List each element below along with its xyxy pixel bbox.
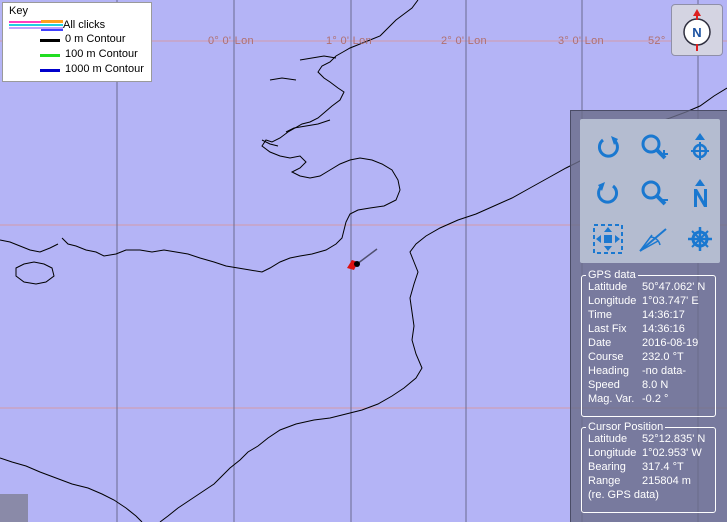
gps-row-heading: Heading -no data- [588, 365, 687, 377]
key-row-0m: 0 m Contour [3, 33, 151, 46]
gps-row-date: Date 2016-08-19 [588, 337, 699, 349]
course-bearing-icon[interactable] [638, 223, 670, 255]
helm-up-icon[interactable] [684, 131, 716, 163]
cursor-row-latitude: Latitude 52°12.835' N [588, 433, 706, 445]
fit-view-icon[interactable] [592, 223, 624, 255]
map-key: Key All clicks 0 m Contour 100 m Contour… [2, 2, 152, 82]
zoom-out-icon[interactable] [638, 177, 670, 209]
contour-0m-swatch [40, 39, 60, 42]
svg-text:N: N [692, 25, 701, 40]
key-row-100m: 100 m Contour [3, 48, 151, 61]
key-row-1000m: 1000 m Contour [3, 63, 151, 76]
gps-data-box: GPS data Latitude 50°47.062' N Longitude … [581, 269, 716, 417]
zoom-in-icon[interactable] [638, 131, 670, 163]
contour-1000m-swatch [40, 69, 60, 72]
longitude-label: 0° 0' Lon [208, 35, 254, 47]
side-panel: GPS data Latitude 50°47.062' N Longitude … [570, 110, 727, 522]
key-label: 100 m Contour [65, 48, 138, 60]
gps-row-speed: Speed 8.0 N [588, 379, 669, 391]
compass-button[interactable]: N [671, 4, 723, 56]
cursor-note: (re. GPS data) [588, 489, 659, 501]
cursor-position-title: Cursor Position [588, 421, 664, 433]
ship-wheel-icon[interactable] [684, 223, 716, 255]
key-label-clicks: All clicks [63, 19, 106, 31]
gps-row-mag-var: Mag. Var. -0.2 ° [588, 393, 669, 405]
gps-row-longitude: Longitude 1°03.747' E [588, 295, 699, 307]
gps-row-latitude: Latitude 50°47.062' N [588, 281, 706, 293]
cursor-row-range: Range 215804 m [588, 475, 691, 487]
gps-row-time: Time 14:36:17 [588, 309, 685, 321]
key-row-clicks: All clicks [3, 19, 151, 32]
gps-data-title: GPS data [588, 269, 636, 281]
cursor-row-longitude: Longitude 1°02.953' W [588, 447, 702, 459]
longitude-label: 3° 0' Lon [558, 35, 604, 47]
corner-widget [0, 494, 28, 522]
cursor-row-bearing: Bearing 317.4 °T [588, 461, 684, 473]
gps-row-course: Course 232.0 °T [588, 351, 684, 363]
key-label: 1000 m Contour [65, 63, 144, 75]
longitude-label: 2° 0' Lon [441, 35, 487, 47]
rotate-clockwise-icon[interactable] [592, 131, 624, 163]
key-title: Key [9, 5, 28, 17]
cursor-position-box: Cursor Position Latitude 52°12.835' N Lon… [581, 421, 716, 513]
rotate-counterclockwise-icon[interactable] [592, 177, 624, 209]
compass-icon: N [683, 9, 711, 51]
chart-window[interactable]: 0° 0' Lon 1° 0' Lon 2° 0' Lon 3° 0' Lon … [0, 0, 727, 522]
longitude-label: 1° 0' Lon [326, 35, 372, 47]
north-up-icon[interactable] [684, 177, 716, 209]
key-label: 0 m Contour [65, 33, 126, 45]
clicks-swatch-icon [9, 20, 63, 31]
gps-row-last-fix: Last Fix 14:36:16 [588, 323, 685, 335]
vessel-position-dot [354, 261, 360, 267]
map-controls [580, 119, 720, 263]
contour-100m-swatch [40, 54, 60, 57]
longitude-label: 52° [648, 35, 666, 47]
